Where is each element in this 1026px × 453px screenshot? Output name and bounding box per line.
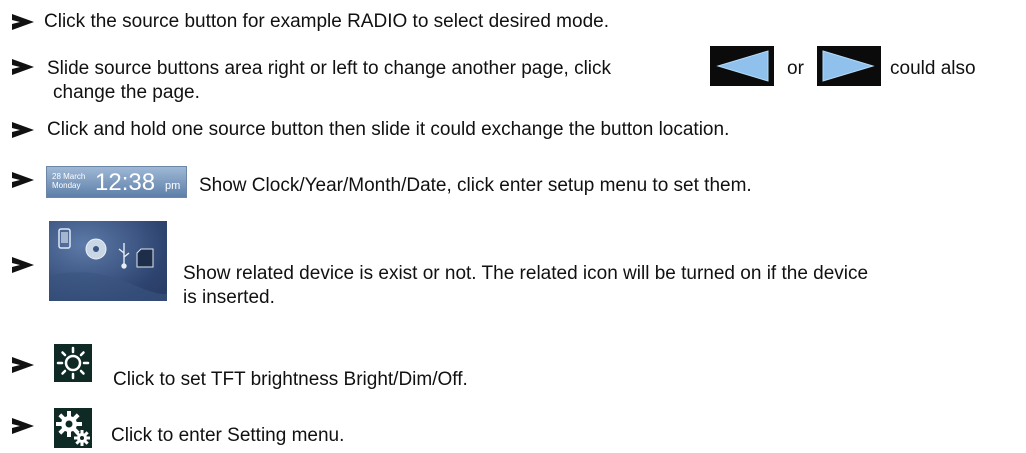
settings-gears-icon [56, 411, 90, 446]
clock-ampm: pm [165, 180, 181, 192]
clock-time: 12:38 [95, 169, 156, 196]
brightness-button[interactable] [54, 344, 92, 382]
disc-icon [85, 238, 107, 260]
bullet-arrow-icon [12, 122, 34, 138]
right-arrow-icon [822, 50, 875, 82]
bullet-arrow-icon [12, 59, 34, 75]
instruction-text: Show related device is exist or not. The… [183, 263, 869, 284]
instruction-text-line2: is inserted. [183, 287, 275, 308]
instruction-text-continued: could also [890, 58, 976, 79]
or-text: or [787, 58, 804, 79]
left-arrow-icon [716, 50, 769, 82]
bullet-arrow-icon [12, 257, 34, 273]
instruction-text-line2: change the page. [53, 82, 200, 103]
clock-date: 28 March Monday [52, 172, 86, 190]
instruction-text: Click and hold one source button then sl… [47, 119, 730, 140]
settings-button[interactable] [54, 408, 92, 448]
brightness-icon [56, 346, 90, 380]
bullet-arrow-icon [12, 172, 34, 188]
bullet-arrow-icon [12, 418, 34, 434]
usb-icon [118, 243, 130, 269]
instruction-text: Show Clock/Year/Month/Date, click enter … [199, 175, 752, 196]
sd-card-icon [136, 248, 154, 268]
bullet-arrow-icon [12, 357, 34, 373]
device-status-panel [49, 221, 167, 301]
phone-icon [58, 228, 71, 249]
instruction-text: Click the source button for example RADI… [44, 11, 609, 32]
bullet-arrow-icon [12, 14, 34, 30]
right-arrow-button[interactable] [817, 46, 881, 86]
instruction-text: Click to enter Setting menu. [111, 425, 345, 446]
clock-widget[interactable]: 28 March Monday 12:38 pm [46, 166, 187, 198]
instruction-text: Click to set TFT brightness Bright/Dim/O… [113, 369, 468, 390]
left-arrow-button[interactable] [710, 46, 774, 86]
instruction-text: Slide source buttons area right or left … [47, 58, 612, 79]
